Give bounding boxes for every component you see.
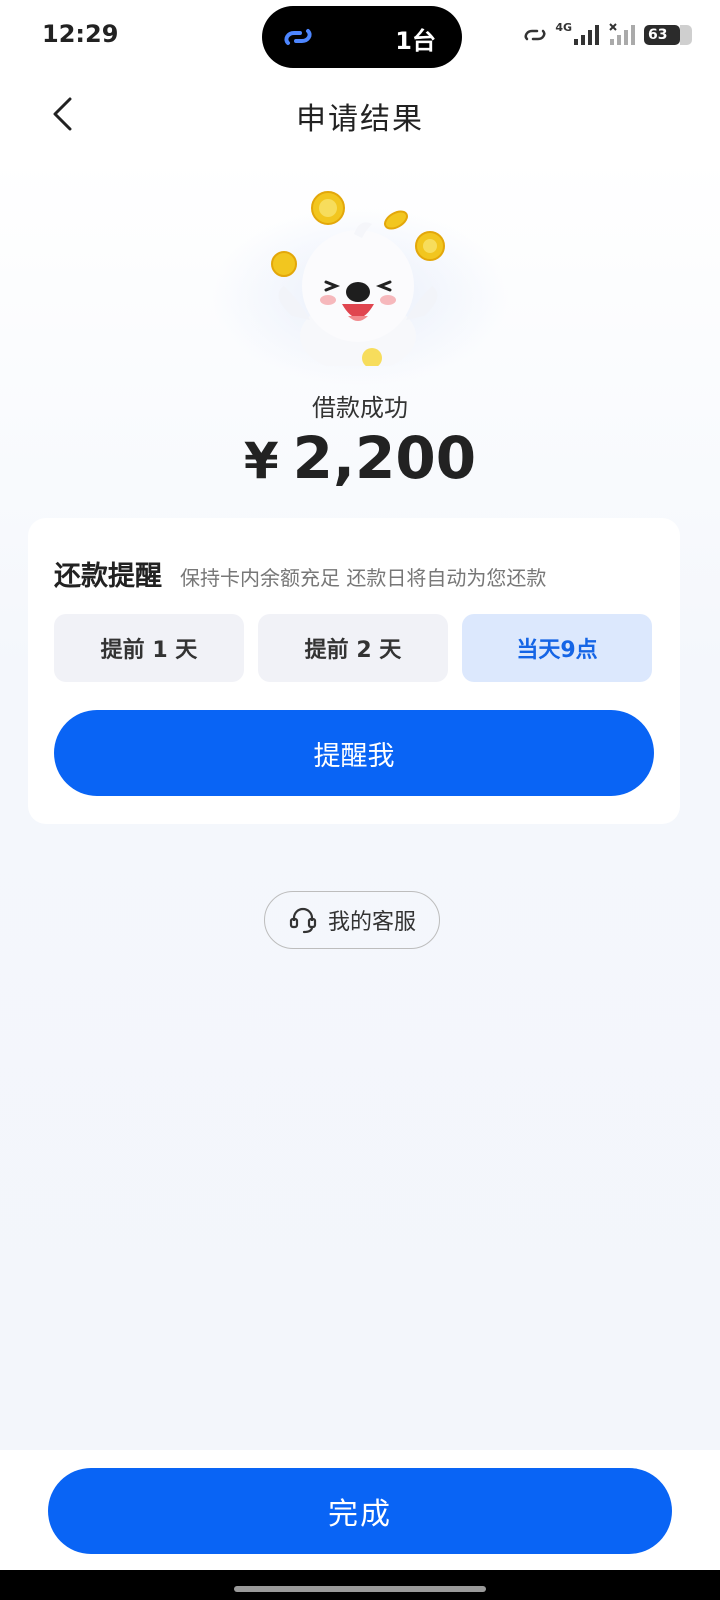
loan-amount: ¥2,200 bbox=[0, 424, 720, 492]
nav-bar: 申请结果 bbox=[0, 72, 720, 156]
signal-icon bbox=[609, 23, 635, 45]
status-time: 12:29 bbox=[42, 20, 119, 48]
system-navigation-bar bbox=[0, 1570, 720, 1600]
main-content: 借款成功 ¥2,200 还款提醒 保持卡内余额充足 还款日将自动为您还款 提前 … bbox=[0, 156, 720, 1450]
status-icons: 4G 63 bbox=[521, 20, 692, 50]
headset-icon bbox=[289, 907, 317, 934]
reminder-card: 还款提醒 保持卡内余额充足 还款日将自动为您还款 提前 1 天 提前 2 天 当… bbox=[28, 518, 680, 824]
bottom-action-bar: 完成 bbox=[0, 1450, 720, 1570]
customer-service-button[interactable]: 我的客服 bbox=[264, 891, 440, 949]
battery-level: 63 bbox=[648, 27, 668, 43]
remind-me-button[interactable]: 提醒我 bbox=[54, 710, 654, 796]
link-icon bbox=[284, 29, 312, 45]
mascot-illustration bbox=[210, 186, 510, 386]
reminder-option-same-day[interactable]: 当天9点 bbox=[462, 614, 652, 682]
mascot-icon bbox=[271, 191, 445, 366]
battery-icon: 63 bbox=[644, 25, 692, 45]
page-title: 申请结果 bbox=[296, 102, 424, 137]
currency-symbol: ¥ bbox=[243, 432, 279, 490]
amount-value: 2,200 bbox=[292, 424, 477, 492]
home-indicator[interactable] bbox=[234, 1586, 486, 1592]
battery-empty-part bbox=[680, 25, 692, 45]
signal-icon bbox=[574, 25, 599, 45]
reminder-subtitle: 保持卡内余额充足 还款日将自动为您还款 bbox=[180, 566, 547, 590]
result-label: 借款成功 bbox=[312, 394, 408, 422]
reminder-title: 还款提醒 bbox=[54, 561, 162, 592]
reminder-option-1-day[interactable]: 提前 1 天 bbox=[54, 614, 244, 682]
link-icon bbox=[524, 29, 546, 41]
network-label: 4G bbox=[555, 20, 572, 34]
status-bar: 12:29 1台 4G 63 bbox=[0, 0, 720, 72]
reminder-option-2-days[interactable]: 提前 2 天 bbox=[258, 614, 448, 682]
island-text: 1台 bbox=[395, 27, 436, 55]
customer-service-label: 我的客服 bbox=[327, 910, 416, 935]
done-button[interactable]: 完成 bbox=[48, 1468, 672, 1554]
dynamic-island[interactable]: 1台 bbox=[262, 6, 462, 68]
